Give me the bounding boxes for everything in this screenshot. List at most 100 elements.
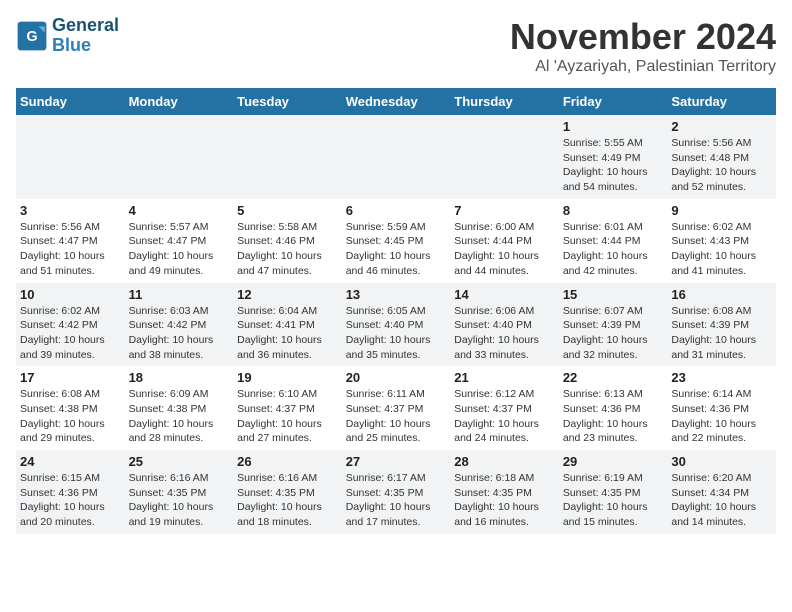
day-number: 10 bbox=[20, 287, 121, 302]
day-number: 13 bbox=[346, 287, 447, 302]
day-info: Sunrise: 6:20 AM Sunset: 4:34 PM Dayligh… bbox=[671, 471, 772, 530]
day-info: Sunrise: 5:58 AM Sunset: 4:46 PM Dayligh… bbox=[237, 220, 338, 279]
day-number: 14 bbox=[454, 287, 555, 302]
header-day-wednesday: Wednesday bbox=[342, 88, 451, 115]
calendar-cell: 27Sunrise: 6:17 AM Sunset: 4:35 PM Dayli… bbox=[342, 450, 451, 534]
day-info: Sunrise: 6:19 AM Sunset: 4:35 PM Dayligh… bbox=[563, 471, 664, 530]
day-info: Sunrise: 6:13 AM Sunset: 4:36 PM Dayligh… bbox=[563, 387, 664, 446]
day-number: 9 bbox=[671, 203, 772, 218]
day-info: Sunrise: 6:02 AM Sunset: 4:42 PM Dayligh… bbox=[20, 304, 121, 363]
day-info: Sunrise: 6:06 AM Sunset: 4:40 PM Dayligh… bbox=[454, 304, 555, 363]
header-day-tuesday: Tuesday bbox=[233, 88, 342, 115]
calendar-cell bbox=[450, 115, 559, 199]
day-number: 8 bbox=[563, 203, 664, 218]
day-number: 17 bbox=[20, 370, 121, 385]
day-number: 30 bbox=[671, 454, 772, 469]
day-number: 5 bbox=[237, 203, 338, 218]
logo: G General Blue bbox=[16, 16, 119, 56]
calendar-week-row: 1 Sunrise: 5:55 AM Sunset: 4:49 PM Daylig… bbox=[16, 115, 776, 199]
page-header: G General Blue November 2024 Al 'Ayzariy… bbox=[16, 16, 776, 76]
calendar-cell: 16 Sunrise: 6:08 AM Sunset: 4:39 PM Dayli… bbox=[667, 283, 776, 367]
calendar-cell: 7 Sunrise: 6:00 AM Sunset: 4:44 PM Daylig… bbox=[450, 199, 559, 283]
calendar-cell: 18 Sunrise: 6:09 AM Sunset: 4:38 PM Dayli… bbox=[125, 366, 234, 450]
calendar-cell: 12Sunrise: 6:04 AM Sunset: 4:41 PM Dayli… bbox=[233, 283, 342, 367]
day-info: Sunrise: 6:09 AM Sunset: 4:38 PM Dayligh… bbox=[129, 387, 230, 446]
day-number: 25 bbox=[129, 454, 230, 469]
calendar-week-row: 24 Sunrise: 6:15 AM Sunset: 4:36 PM Dayli… bbox=[16, 450, 776, 534]
calendar-week-row: 3 Sunrise: 5:56 AM Sunset: 4:47 PM Daylig… bbox=[16, 199, 776, 283]
header-day-sunday: Sunday bbox=[16, 88, 125, 115]
day-info: Sunrise: 6:02 AM Sunset: 4:43 PM Dayligh… bbox=[671, 220, 772, 279]
day-number: 24 bbox=[20, 454, 121, 469]
calendar-table: SundayMondayTuesdayWednesdayThursdayFrid… bbox=[16, 88, 776, 534]
day-number: 20 bbox=[346, 370, 447, 385]
calendar-cell: 20 Sunrise: 6:11 AM Sunset: 4:37 PM Dayli… bbox=[342, 366, 451, 450]
svg-text:G: G bbox=[26, 29, 37, 45]
day-number: 27 bbox=[346, 454, 447, 469]
calendar-cell: 15Sunrise: 6:07 AM Sunset: 4:39 PM Dayli… bbox=[559, 283, 668, 367]
day-number: 18 bbox=[129, 370, 230, 385]
day-number: 23 bbox=[671, 370, 772, 385]
day-info: Sunrise: 6:15 AM Sunset: 4:36 PM Dayligh… bbox=[20, 471, 121, 530]
calendar-cell: 11 Sunrise: 6:03 AM Sunset: 4:42 PM Dayli… bbox=[125, 283, 234, 367]
day-info: Sunrise: 6:08 AM Sunset: 4:38 PM Dayligh… bbox=[20, 387, 121, 446]
calendar-cell: 29 Sunrise: 6:19 AM Sunset: 4:35 PM Dayli… bbox=[559, 450, 668, 534]
day-info: Sunrise: 6:03 AM Sunset: 4:42 PM Dayligh… bbox=[129, 304, 230, 363]
calendar-cell: 10 Sunrise: 6:02 AM Sunset: 4:42 PM Dayli… bbox=[16, 283, 125, 367]
calendar-header-row: SundayMondayTuesdayWednesdayThursdayFrid… bbox=[16, 88, 776, 115]
day-info: Sunrise: 5:55 AM Sunset: 4:49 PM Dayligh… bbox=[563, 136, 664, 195]
day-number: 21 bbox=[454, 370, 555, 385]
calendar-cell: 23 Sunrise: 6:14 AM Sunset: 4:36 PM Dayli… bbox=[667, 366, 776, 450]
day-info: Sunrise: 5:57 AM Sunset: 4:47 PM Dayligh… bbox=[129, 220, 230, 279]
day-number: 7 bbox=[454, 203, 555, 218]
day-number: 3 bbox=[20, 203, 121, 218]
day-number: 1 bbox=[563, 119, 664, 134]
calendar-cell: 8 Sunrise: 6:01 AM Sunset: 4:44 PM Daylig… bbox=[559, 199, 668, 283]
day-info: Sunrise: 6:11 AM Sunset: 4:37 PM Dayligh… bbox=[346, 387, 447, 446]
calendar-cell: 25Sunrise: 6:16 AM Sunset: 4:35 PM Dayli… bbox=[125, 450, 234, 534]
header-day-thursday: Thursday bbox=[450, 88, 559, 115]
calendar-week-row: 10 Sunrise: 6:02 AM Sunset: 4:42 PM Dayli… bbox=[16, 283, 776, 367]
day-info: Sunrise: 6:07 AM Sunset: 4:39 PM Dayligh… bbox=[563, 304, 664, 363]
calendar-cell bbox=[342, 115, 451, 199]
calendar-week-row: 17 Sunrise: 6:08 AM Sunset: 4:38 PM Dayli… bbox=[16, 366, 776, 450]
calendar-cell: 26Sunrise: 6:16 AM Sunset: 4:35 PM Dayli… bbox=[233, 450, 342, 534]
day-number: 19 bbox=[237, 370, 338, 385]
day-info: Sunrise: 6:05 AM Sunset: 4:40 PM Dayligh… bbox=[346, 304, 447, 363]
day-number: 2 bbox=[671, 119, 772, 134]
day-number: 12 bbox=[237, 287, 338, 302]
day-info: Sunrise: 6:14 AM Sunset: 4:36 PM Dayligh… bbox=[671, 387, 772, 446]
calendar-cell: 6Sunrise: 5:59 AM Sunset: 4:45 PM Daylig… bbox=[342, 199, 451, 283]
day-info: Sunrise: 6:00 AM Sunset: 4:44 PM Dayligh… bbox=[454, 220, 555, 279]
calendar-cell bbox=[125, 115, 234, 199]
day-info: Sunrise: 5:56 AM Sunset: 4:47 PM Dayligh… bbox=[20, 220, 121, 279]
calendar-cell: 19 Sunrise: 6:10 AM Sunset: 4:37 PM Dayli… bbox=[233, 366, 342, 450]
day-number: 16 bbox=[671, 287, 772, 302]
day-info: Sunrise: 6:18 AM Sunset: 4:35 PM Dayligh… bbox=[454, 471, 555, 530]
calendar-cell: 3 Sunrise: 5:56 AM Sunset: 4:47 PM Daylig… bbox=[16, 199, 125, 283]
header-day-saturday: Saturday bbox=[667, 88, 776, 115]
calendar-cell: 21 Sunrise: 6:12 AM Sunset: 4:37 PM Dayli… bbox=[450, 366, 559, 450]
calendar-cell: 28 Sunrise: 6:18 AM Sunset: 4:35 PM Dayli… bbox=[450, 450, 559, 534]
day-info: Sunrise: 6:10 AM Sunset: 4:37 PM Dayligh… bbox=[237, 387, 338, 446]
day-number: 28 bbox=[454, 454, 555, 469]
calendar-cell: 17 Sunrise: 6:08 AM Sunset: 4:38 PM Dayli… bbox=[16, 366, 125, 450]
calendar-cell: 30 Sunrise: 6:20 AM Sunset: 4:34 PM Dayli… bbox=[667, 450, 776, 534]
calendar-cell: 24 Sunrise: 6:15 AM Sunset: 4:36 PM Dayli… bbox=[16, 450, 125, 534]
day-info: Sunrise: 6:01 AM Sunset: 4:44 PM Dayligh… bbox=[563, 220, 664, 279]
day-info: Sunrise: 6:08 AM Sunset: 4:39 PM Dayligh… bbox=[671, 304, 772, 363]
day-info: Sunrise: 5:59 AM Sunset: 4:45 PM Dayligh… bbox=[346, 220, 447, 279]
day-info: Sunrise: 6:16 AM Sunset: 4:35 PM Dayligh… bbox=[237, 471, 338, 530]
location-title: Al 'Ayzariyah, Palestinian Territory bbox=[510, 58, 776, 76]
header-day-monday: Monday bbox=[125, 88, 234, 115]
day-info: Sunrise: 6:12 AM Sunset: 4:37 PM Dayligh… bbox=[454, 387, 555, 446]
header-day-friday: Friday bbox=[559, 88, 668, 115]
calendar-cell: 4Sunrise: 5:57 AM Sunset: 4:47 PM Daylig… bbox=[125, 199, 234, 283]
day-number: 22 bbox=[563, 370, 664, 385]
calendar-cell: 1 Sunrise: 5:55 AM Sunset: 4:49 PM Daylig… bbox=[559, 115, 668, 199]
calendar-cell bbox=[16, 115, 125, 199]
day-number: 11 bbox=[129, 287, 230, 302]
calendar-cell: 13 Sunrise: 6:05 AM Sunset: 4:40 PM Dayli… bbox=[342, 283, 451, 367]
day-number: 29 bbox=[563, 454, 664, 469]
title-block: November 2024 Al 'Ayzariyah, Palestinian… bbox=[510, 16, 776, 76]
